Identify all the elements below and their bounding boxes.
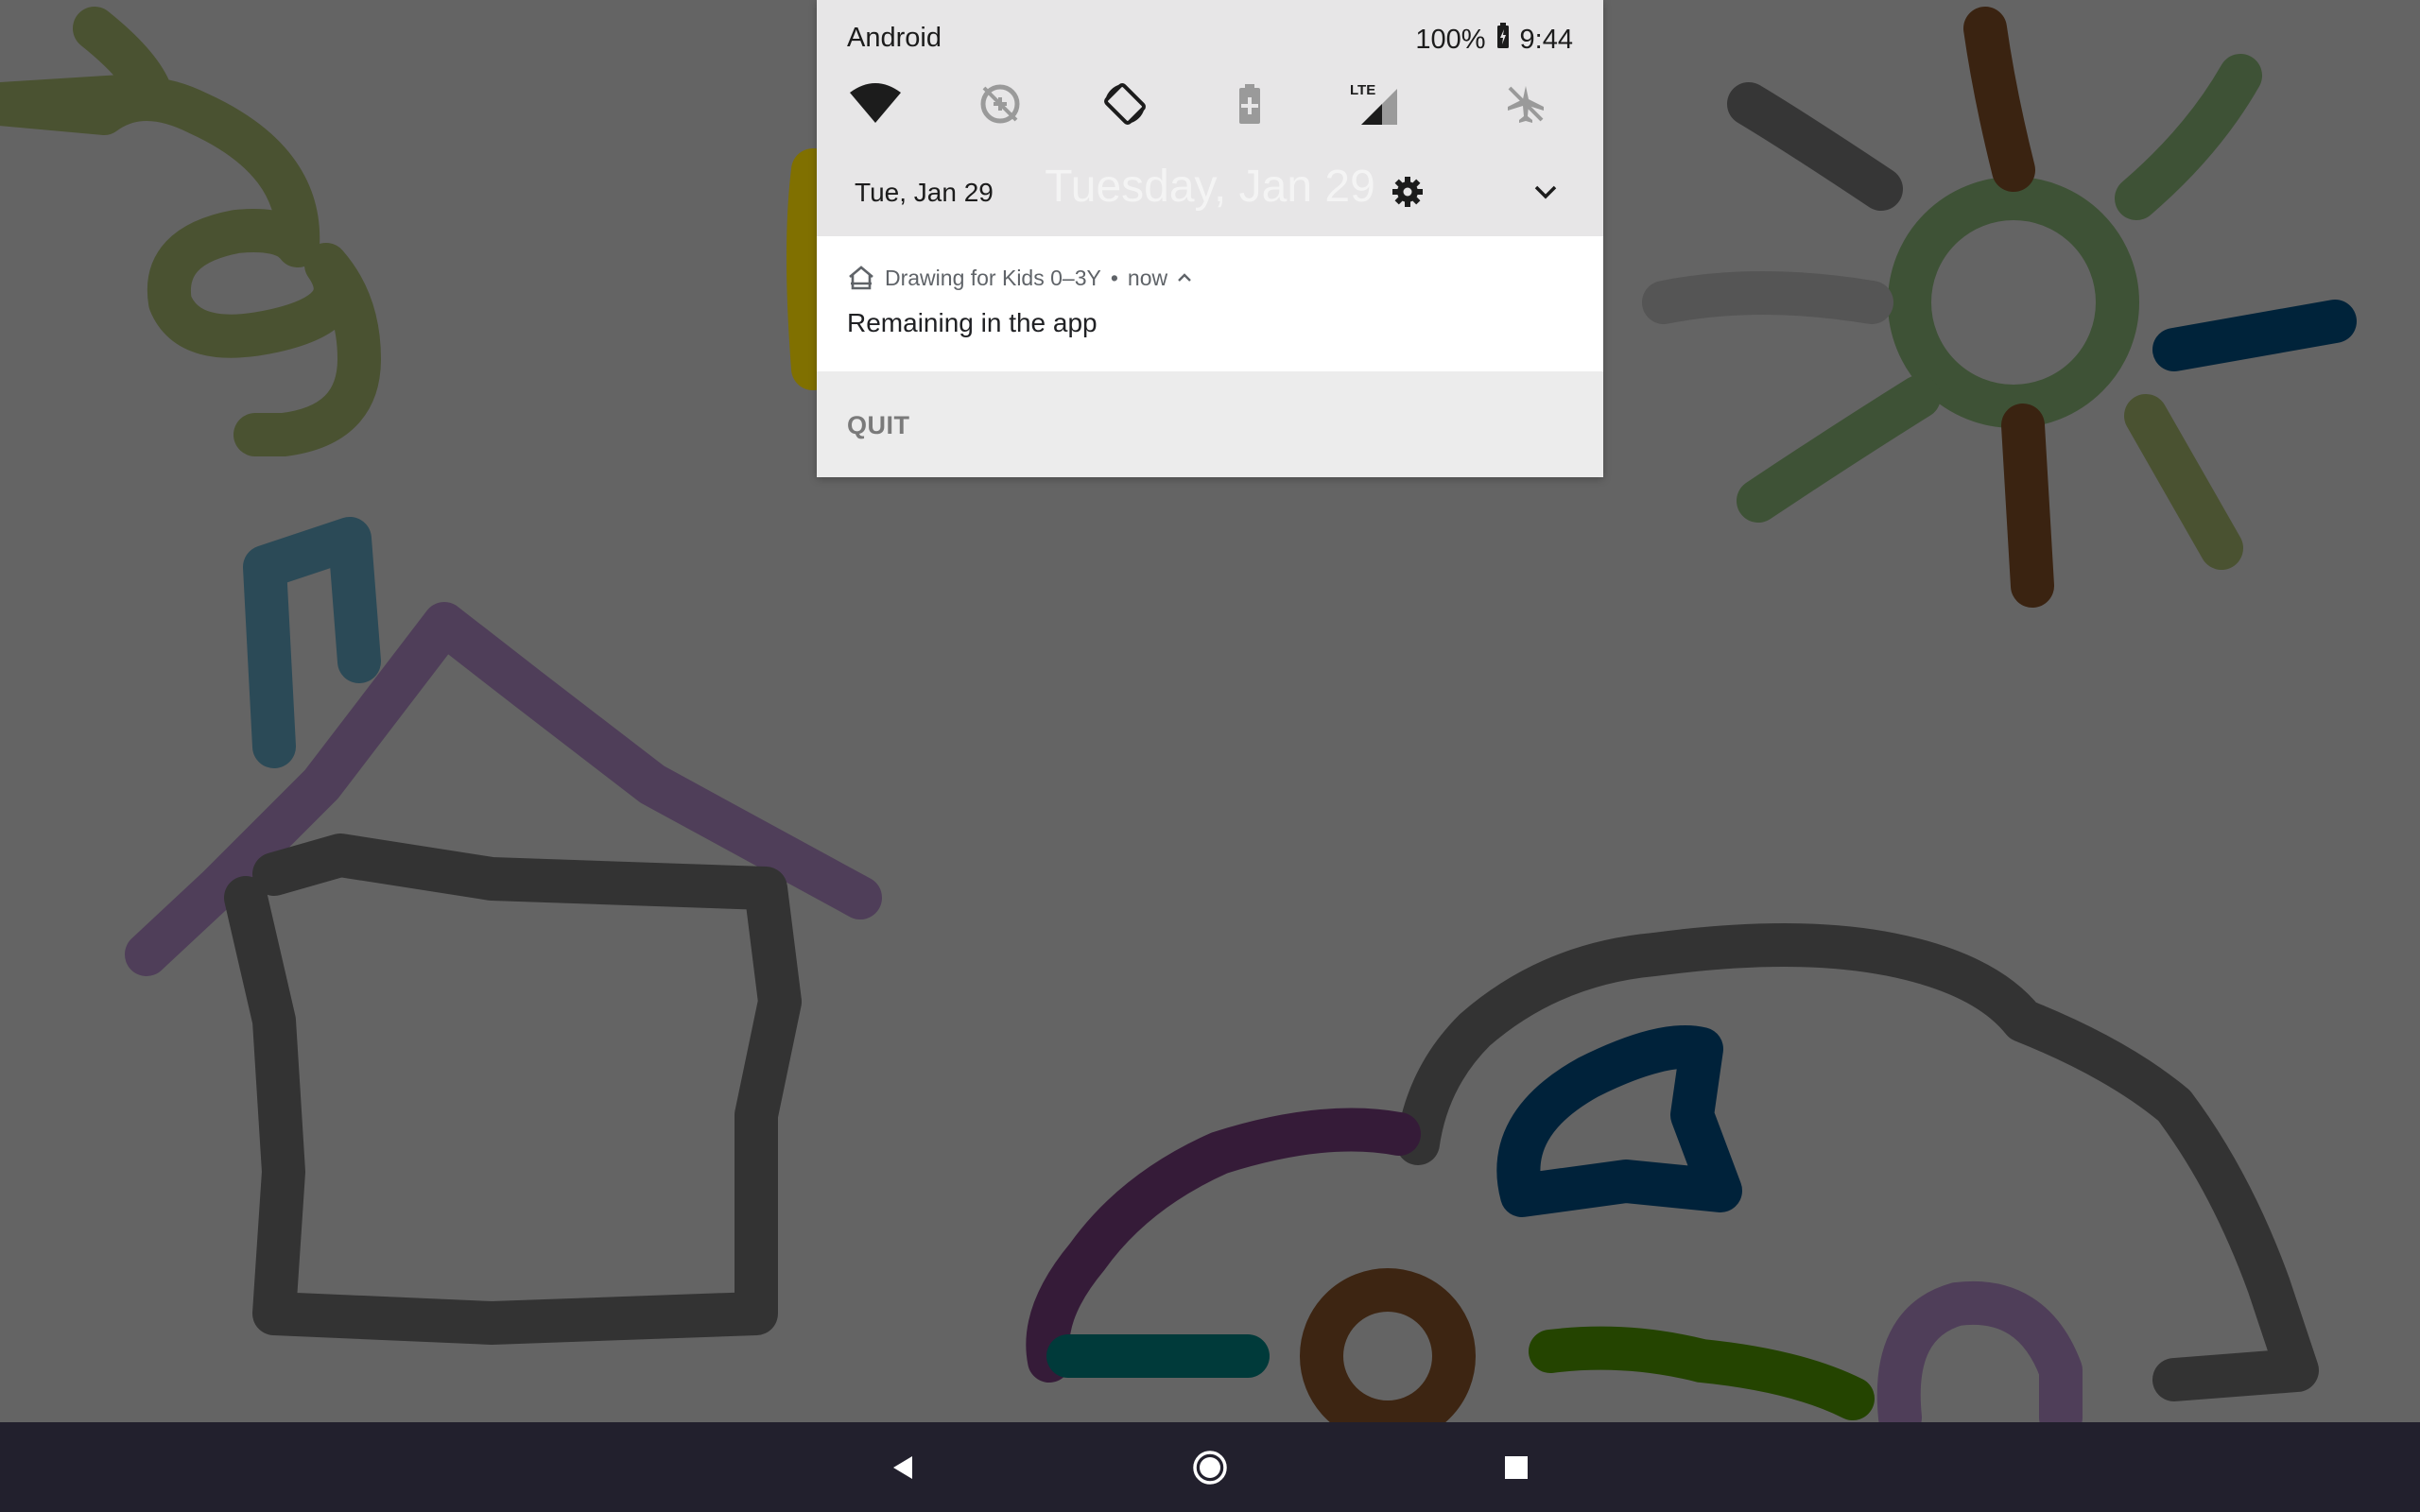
sun-ray-green-tr [2115, 54, 2262, 220]
sun-circle-stroke [1888, 177, 2139, 428]
car-body-stroke [1396, 923, 2319, 1401]
recents-button[interactable] [1490, 1441, 1543, 1494]
lte-signal-icon: LTE [1350, 82, 1397, 125]
status-bar: Android 100% 9:44 [817, 0, 1603, 76]
date-label[interactable]: Tue, Jan 29 [855, 178, 994, 208]
back-wheel-stroke [1876, 1280, 2083, 1422]
chimney-stroke [243, 517, 381, 768]
status-right-group: 100% 9:44 [1415, 23, 1573, 57]
auto-rotate-icon [1104, 83, 1146, 125]
battery-saver-tile[interactable] [1221, 76, 1278, 132]
back-button[interactable] [877, 1441, 930, 1494]
chevron-down-icon [1534, 185, 1557, 199]
sun-ray-green-bl [1737, 375, 1941, 523]
gear-icon [1392, 177, 1423, 207]
back-icon [893, 1456, 912, 1479]
green-stroke [1529, 1326, 1875, 1420]
sun-ray-brown-top [1963, 7, 2035, 192]
battery-icon [1495, 23, 1511, 57]
notification-app-name: Drawing for Kids 0–3Y [885, 265, 1101, 290]
airplane-mode-icon [1508, 86, 1544, 123]
sun-ray-navy [2152, 300, 2357, 371]
tiles-row: LTE [817, 76, 1603, 132]
svg-text:LTE: LTE [1350, 82, 1375, 98]
chevron-up-icon[interactable] [1177, 272, 1192, 284]
navigation-bar [0, 1422, 2420, 1512]
settings-button[interactable] [1384, 168, 1431, 215]
wifi-icon [850, 83, 901, 123]
home-app-icon [849, 266, 873, 290]
carrier-label: Android [847, 23, 942, 53]
sun-ray-olive [2124, 394, 2243, 570]
airplane-mode-tile[interactable] [1497, 76, 1554, 132]
auto-rotate-tile[interactable] [1097, 76, 1153, 132]
home-circle-icon [1193, 1451, 1227, 1485]
data-saver-off-icon [980, 84, 1020, 124]
date-row: Tuesday, Jan 29 Tue, Jan 29 [817, 151, 1603, 227]
olive-stroke [0, 7, 381, 456]
car-window-stroke [1496, 1025, 1742, 1217]
mobile-data-tile[interactable]: LTE [1346, 76, 1403, 132]
sun-ray-grey [1642, 271, 1893, 324]
battery-percent: 100% [1415, 24, 1486, 55]
recents-square-icon [1505, 1456, 1528, 1479]
front-wheel-stroke [1300, 1268, 1476, 1422]
notification-header: Drawing for Kids 0–3Y • now [847, 265, 1192, 291]
data-saver-tile[interactable] [972, 76, 1028, 132]
sun-ray-dark [1727, 82, 1903, 211]
expand-quick-settings-button[interactable] [1522, 168, 1569, 215]
wifi-tile[interactable] [847, 76, 904, 132]
battery-saver-icon [1239, 84, 1260, 124]
yellow-stroke [786, 148, 835, 390]
notification-actions: QUIT [817, 371, 1603, 477]
clock: 9:44 [1519, 24, 1573, 55]
notification-shade: Android 100% 9:44 LTE Tuesday, Jan 29 Tu… [817, 0, 1603, 477]
notification-text: Remaining in the app [847, 308, 1098, 337]
notification-time: now [1127, 265, 1168, 290]
sun-ray-brown-bottom [2001, 404, 2054, 608]
quit-button[interactable]: QUIT [847, 411, 910, 440]
notification-separator: • [1110, 265, 1118, 290]
home-button[interactable] [1184, 1441, 1236, 1494]
house-body-stroke [224, 833, 802, 1345]
notification-card[interactable]: Drawing for Kids 0–3Y • now Remaining in… [817, 236, 1603, 371]
